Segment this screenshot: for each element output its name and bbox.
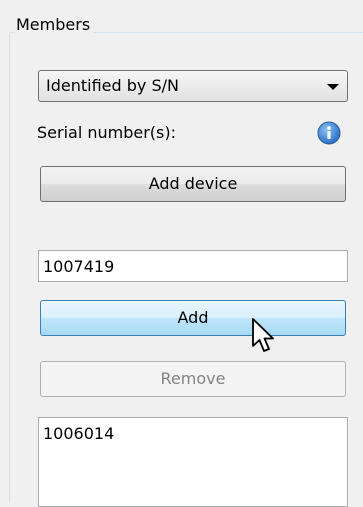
serial-numbers-label: Serial number(s): [37,123,177,142]
remove-button[interactable]: Remove [40,361,346,397]
info-icon[interactable] [317,121,341,145]
serial-number-input-value: 1007419 [43,257,115,276]
serial-number-input[interactable]: 1007419 [38,250,348,282]
mouse-pointer-icon [252,318,274,352]
chevron-down-icon [327,84,339,90]
members-group-title: Members [14,14,95,36]
identify-mode-dropdown[interactable]: Identified by S/N [38,70,348,102]
add-device-button[interactable]: Add device [40,166,346,202]
list-item[interactable]: 1006014 [43,424,114,444]
identify-mode-value: Identified by S/N [46,76,179,95]
add-button[interactable]: Add [40,300,346,336]
